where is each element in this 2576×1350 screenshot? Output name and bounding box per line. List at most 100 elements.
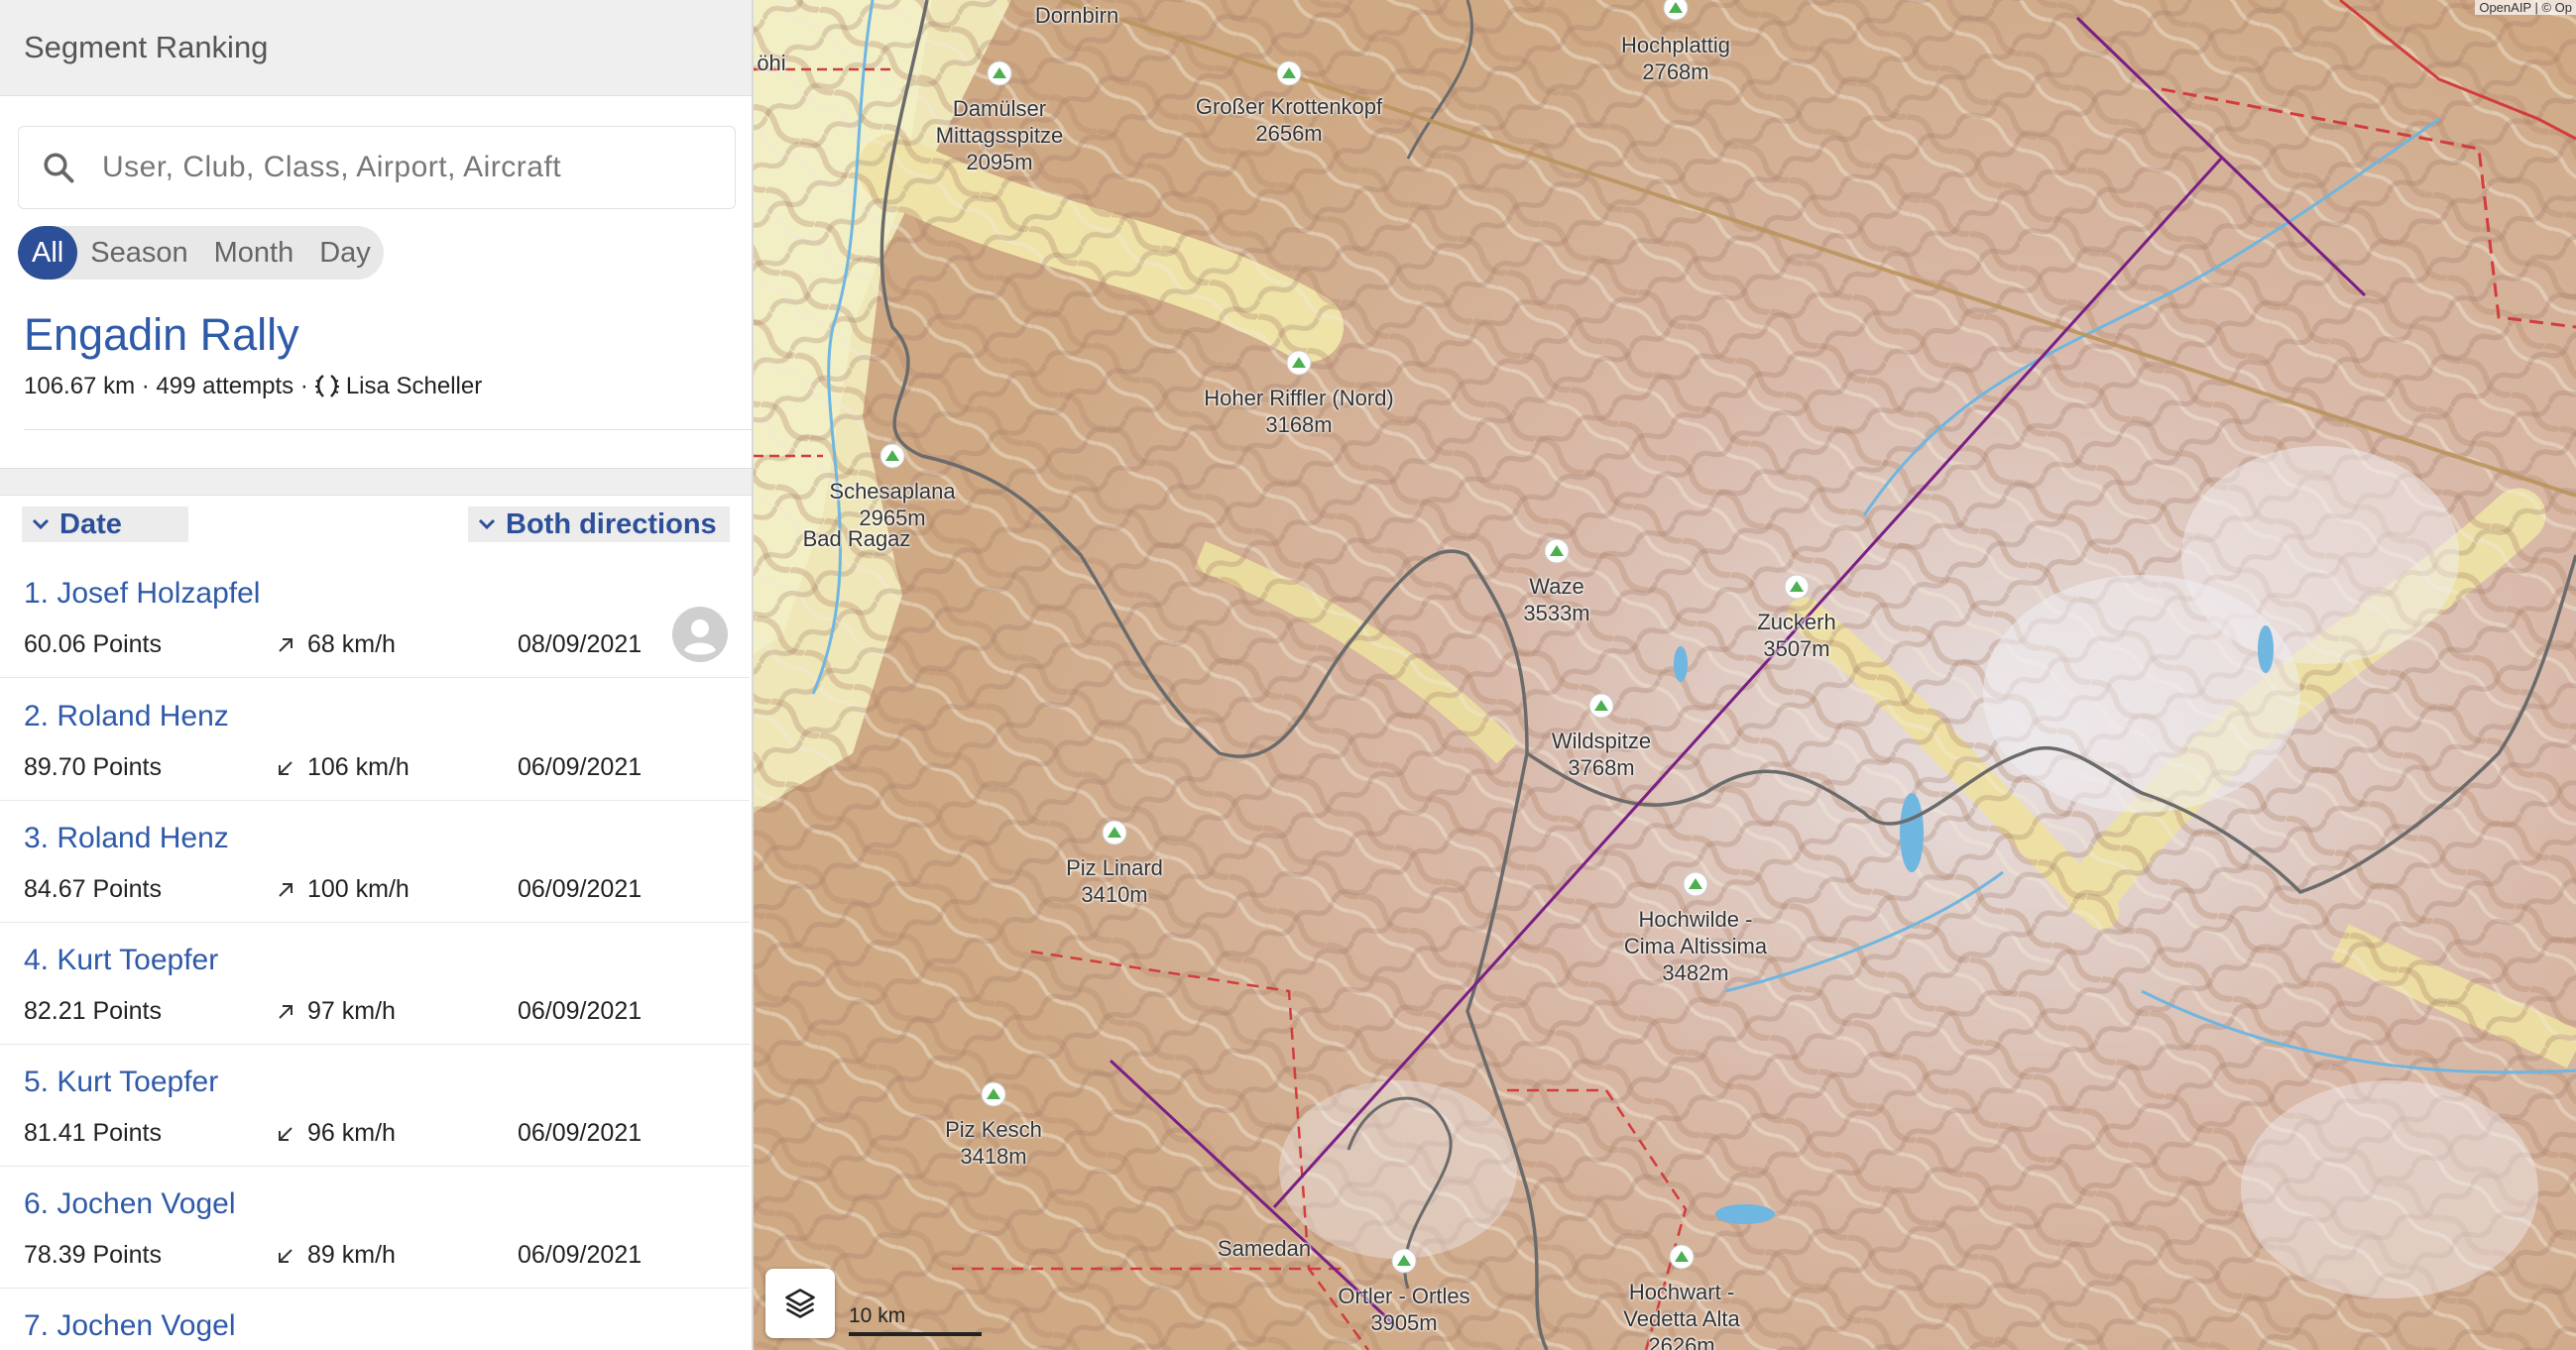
peak-marker-icon[interactable] (1544, 538, 1570, 564)
peak-marker-icon[interactable] (1784, 574, 1810, 600)
layers-icon (785, 1289, 815, 1318)
arrow-down-left-icon (279, 1248, 293, 1263)
segment-title: Engadin Rally (24, 309, 299, 360)
pilot-name[interactable]: 3. Roland Henz (24, 822, 229, 855)
peak-label: Hochplattig 2768m (1620, 33, 1731, 84)
speed-value: 96 km/h (276, 1119, 396, 1148)
sort-label: Date (59, 507, 122, 540)
search-icon (44, 153, 74, 183)
points-value: 60.06 Points (24, 630, 162, 658)
ranking-row[interactable]: 6. Jochen Vogel 78.39 Points 89 km/h 06/0… (0, 1166, 750, 1289)
arrow-down-left-icon (279, 1126, 293, 1141)
ranking-row[interactable]: 5. Kurt Toepfer 81.41 Points 96 km/h 06/0… (0, 1044, 750, 1167)
period-filter: All Season Month Day (18, 226, 384, 280)
flight-date: 06/09/2021 (518, 997, 643, 1025)
panel-title: Segment Ranking (24, 30, 269, 64)
flight-date: 06/09/2021 (518, 875, 643, 903)
map-view[interactable]: Dornbirn öhi Bad Ragaz Samedan Damülser … (754, 0, 2576, 1350)
pilot-name[interactable]: 4. Kurt Toepfer (24, 944, 218, 977)
sort-dropdown[interactable]: Date (22, 506, 188, 542)
peak-label: Schesaplana 2965m (829, 479, 956, 530)
peak-marker-icon[interactable] (1286, 350, 1312, 376)
avatar-icon[interactable] (672, 607, 728, 662)
peak-marker-icon[interactable] (987, 60, 1012, 86)
ranking-row[interactable]: 1. Josef Holzapfel 60.06 Points 68 km/h 0… (0, 555, 750, 678)
arrow-up-right-icon (279, 882, 293, 897)
peak-marker-icon[interactable] (1588, 693, 1614, 719)
ranking-row[interactable]: 4. Kurt Toepfer 82.21 Points 97 km/h 06/0… (0, 922, 750, 1045)
flight-date: 06/09/2021 (518, 1119, 643, 1147)
flight-date: 06/09/2021 (518, 1241, 643, 1269)
flight-date: 06/09/2021 (518, 753, 643, 781)
direction-label: Both directions (506, 507, 717, 540)
speed-value: 106 km/h (276, 753, 410, 782)
map-attribution: OpenAIP | © Op (2475, 0, 2576, 15)
pilot-name[interactable]: 1. Josef Holzapfel (24, 577, 260, 611)
place-label: Dornbirn (1034, 3, 1119, 28)
peak-label: Wildspitze 3768m (1551, 729, 1652, 780)
peak-label: Hochwilde - Cima Altissima 3482m (1623, 907, 1768, 985)
scale-bar (849, 1332, 982, 1336)
arrow-up-right-icon (279, 637, 293, 652)
segment-stats: 106.67 km · 499 attempts · (24, 373, 308, 399)
speed-text: 97 km/h (307, 997, 396, 1025)
points-value: 78.39 Points (24, 1241, 162, 1269)
place-label: öhi (757, 51, 786, 75)
peak-marker-icon[interactable] (1102, 820, 1127, 845)
layers-button[interactable] (765, 1269, 835, 1338)
period-tab-month[interactable]: Month (201, 226, 307, 280)
direction-dropdown[interactable]: Both directions (468, 506, 730, 542)
pilot-name[interactable]: 6. Jochen Vogel (24, 1187, 236, 1221)
chevron-down-icon (478, 518, 496, 530)
chevron-down-icon (32, 518, 50, 530)
peak-label: Hochwart - Vedetta Alta 2626m (1623, 1280, 1740, 1350)
peak-label: Ortler - Ortles 3905m (1338, 1284, 1470, 1335)
peak-label: Zuckerh 3507m (1757, 610, 1836, 661)
speed-text: 96 km/h (307, 1119, 396, 1147)
peak-marker-icon[interactable] (981, 1081, 1006, 1107)
segment-meta: 106.67 km · 499 attempts · Lisa Scheller (24, 373, 482, 400)
peak-label: Damülser Mittagsspitze 2095m (935, 96, 1064, 174)
peak-label: Waze 3533m (1523, 574, 1590, 625)
speed-text: 68 km/h (307, 630, 396, 658)
pilot-name[interactable]: 2. Roland Henz (24, 700, 229, 733)
period-tab-all[interactable]: All (18, 226, 78, 280)
points-value: 89.70 Points (24, 753, 162, 781)
peak-marker-icon[interactable] (1391, 1248, 1417, 1274)
panel-header: Segment Ranking (0, 0, 752, 96)
peak-marker-icon[interactable] (1276, 60, 1302, 86)
speed-text: 89 km/h (307, 1241, 396, 1269)
segment-ranking-panel: Segment Ranking All Season Month Day Eng… (0, 0, 754, 1350)
period-tab-season[interactable]: Season (77, 226, 200, 280)
ranking-row[interactable]: 3. Roland Henz 84.67 Points 100 km/h 06/0… (0, 800, 750, 923)
peak-label: Hoher Riffler (Nord) 3168m (1204, 386, 1394, 437)
period-tab-day[interactable]: Day (306, 226, 384, 280)
section-separator (0, 468, 752, 496)
ranking-row[interactable]: 7. Jochen Vogel (0, 1288, 750, 1350)
points-value: 82.21 Points (24, 997, 162, 1025)
flight-date: 08/09/2021 (518, 630, 643, 658)
speed-value: 89 km/h (276, 1241, 396, 1270)
speed-value: 68 km/h (276, 630, 396, 659)
place-label: Samedan (1217, 1236, 1312, 1261)
speed-value: 100 km/h (276, 875, 410, 904)
points-value: 81.41 Points (24, 1119, 162, 1147)
pilot-name[interactable]: 5. Kurt Toepfer (24, 1066, 218, 1099)
points-value: 84.67 Points (24, 875, 162, 903)
record-holder[interactable]: Lisa Scheller (346, 373, 482, 400)
pilot-name[interactable]: 7. Jochen Vogel (24, 1309, 236, 1343)
speed-value: 97 km/h (276, 997, 396, 1026)
ranking-row[interactable]: 2. Roland Henz 89.70 Points 106 km/h 06/0… (0, 678, 750, 801)
scale-label: 10 km (849, 1304, 906, 1327)
arrow-down-left-icon (279, 760, 293, 775)
peak-marker-icon[interactable] (1663, 0, 1689, 21)
laurel-icon (314, 375, 339, 397)
divider (24, 429, 752, 430)
arrow-up-right-icon (279, 1004, 293, 1019)
peak-marker-icon[interactable] (1683, 871, 1708, 897)
peak-marker-icon[interactable] (879, 443, 905, 469)
search-input[interactable] (100, 150, 699, 185)
search-box[interactable] (18, 126, 736, 209)
peak-marker-icon[interactable] (1669, 1244, 1695, 1270)
speed-text: 100 km/h (307, 875, 410, 903)
